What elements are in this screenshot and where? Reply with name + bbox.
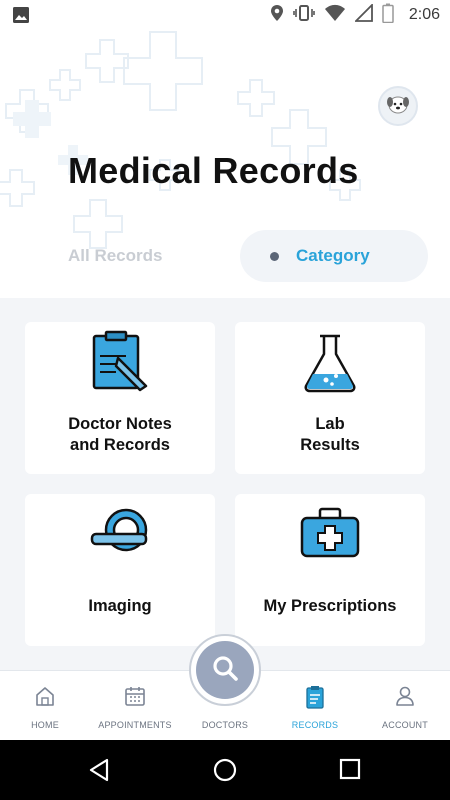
card-label: Imaging <box>88 597 152 615</box>
status-bar: 2:06 <box>0 0 450 30</box>
calendar-icon <box>124 685 146 712</box>
location-icon <box>270 4 284 27</box>
clock-time: 2:06 <box>408 6 440 23</box>
system-navigation-bar <box>0 740 450 800</box>
home-circle-icon[interactable] <box>213 758 237 787</box>
recents-square-icon[interactable] <box>339 758 361 785</box>
header: Medical Records All Records Category <box>0 30 450 298</box>
doctors-search-button[interactable] <box>196 641 254 699</box>
category-grid: Doctor Notes and Records Lab Results Ima… <box>0 298 450 670</box>
flask-icon <box>298 330 362 399</box>
tab-category-label: Category <box>296 246 370 265</box>
card-imaging[interactable]: Imaging <box>25 494 215 646</box>
nav-records[interactable]: RECORDS <box>270 671 360 741</box>
first-aid-kit-icon <box>298 506 362 565</box>
dog-avatar-icon <box>384 90 412 123</box>
card-lab-results[interactable]: Lab Results <box>235 322 425 474</box>
card-my-prescriptions[interactable]: My Prescriptions <box>235 494 425 646</box>
card-label: My Prescriptions <box>263 597 397 615</box>
nav-label: DOCTORS <box>201 720 249 730</box>
card-label: Lab Results <box>300 415 360 454</box>
scanner-icon <box>88 506 152 563</box>
back-icon[interactable] <box>88 758 110 787</box>
nav-home[interactable]: HOME <box>0 671 90 741</box>
avatar[interactable] <box>378 86 418 126</box>
nav-label: HOME <box>31 720 59 730</box>
signal-icon <box>353 2 373 27</box>
person-icon <box>394 685 416 712</box>
image-icon <box>12 6 30 29</box>
home-icon <box>34 685 56 712</box>
tab-all-records[interactable]: All Records <box>68 246 162 266</box>
clipboard-icon <box>88 330 152 399</box>
card-label: Doctor Notes and Records <box>68 415 172 454</box>
tab-category[interactable]: Category <box>240 230 428 282</box>
card-doctor-notes[interactable]: Doctor Notes and Records <box>25 322 215 474</box>
records-icon <box>305 685 325 714</box>
page-title: Medical Records <box>68 150 359 191</box>
nav-label: APPOINTMENTS <box>98 720 172 730</box>
nav-label: RECORDS <box>291 720 339 730</box>
nav-appointments[interactable]: APPOINTMENTS <box>90 671 180 741</box>
selected-dot-icon <box>270 251 279 261</box>
vibrate-icon <box>293 4 315 27</box>
battery-icon <box>382 3 394 28</box>
nav-label: ACCOUNT <box>382 720 428 730</box>
search-icon <box>210 653 240 688</box>
wifi-icon <box>324 4 346 27</box>
nav-account[interactable]: ACCOUNT <box>360 671 450 741</box>
